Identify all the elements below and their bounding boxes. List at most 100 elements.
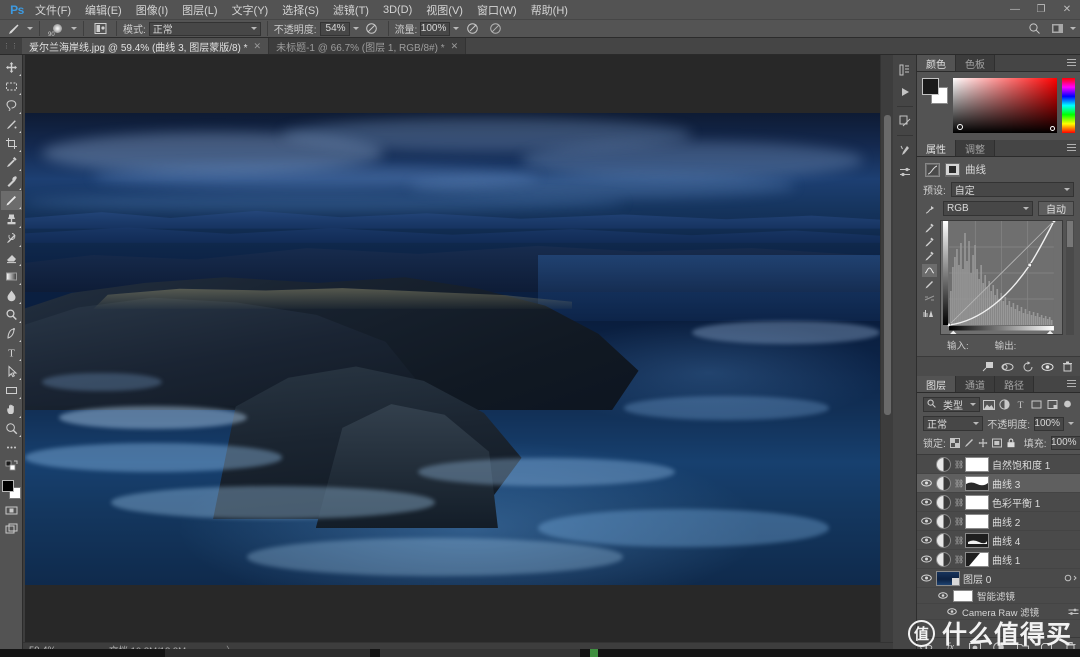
close-icon[interactable]: ✕ (254, 41, 262, 52)
brush-preset-chevron-icon[interactable] (71, 27, 77, 30)
brush-tool[interactable] (0, 191, 22, 210)
blend-mode-select[interactable]: 正常 (148, 21, 261, 36)
mask-link-icon[interactable]: ⛓ (954, 517, 964, 526)
dodge-tool[interactable] (1, 305, 22, 324)
filter-pixel-icon[interactable] (983, 398, 996, 412)
mask-link-icon[interactable]: ⛓ (954, 555, 964, 564)
adjustment-thumbnail[interactable] (936, 456, 951, 472)
menu-layer[interactable]: 图层(L) (175, 0, 224, 20)
menu-3d[interactable]: 3D(D) (376, 2, 419, 18)
layer-visibility-toggle[interactable] (920, 498, 933, 506)
move-tool[interactable] (1, 58, 22, 77)
menu-help[interactable]: 帮助(H) (524, 0, 575, 20)
canvas-image[interactable] (25, 113, 880, 585)
pressure-size-icon[interactable] (485, 20, 505, 37)
history-brush-tool[interactable] (1, 229, 22, 248)
smart-filters-row[interactable]: 智能滤镜 (917, 588, 1080, 604)
smart-filter-mask-thumbnail[interactable] (953, 589, 973, 602)
table-row[interactable]: ⛓ 曲线 1 (917, 550, 1080, 569)
filter-adjustment-icon[interactable] (999, 398, 1012, 412)
curve-pencil-icon[interactable] (922, 278, 937, 291)
path-selection-tool[interactable] (1, 362, 22, 381)
quick-selection-tool[interactable] (1, 115, 22, 134)
lock-artboard-nesting-icon[interactable] (991, 437, 1002, 449)
adjustment-thumbnail[interactable] (936, 551, 951, 567)
screen-mode-icon[interactable] (1, 520, 22, 539)
black-point-eyedropper-icon[interactable] (922, 222, 937, 235)
layer-opacity-chevron-icon[interactable] (1068, 422, 1074, 425)
brush-preset-picker[interactable]: 90 (46, 20, 68, 38)
layer-mask-thumbnail[interactable] (965, 494, 989, 510)
filter-blending-options-icon[interactable] (1066, 605, 1080, 619)
channel-select[interactable]: RGB (943, 201, 1033, 216)
document-window[interactable] (25, 55, 880, 642)
table-row[interactable]: ⛓ 曲线 2 (917, 512, 1080, 531)
toggle-preview-icon[interactable] (1001, 360, 1014, 373)
pressure-opacity-icon[interactable] (362, 20, 382, 37)
clone-source-panel-icon[interactable] (894, 110, 916, 132)
canvas-vertical-scrollbar[interactable] (880, 55, 893, 642)
camera-raw-filter-row[interactable]: Camera Raw 滤镜 (917, 604, 1080, 620)
document-tab-inactive[interactable]: 未标题-1 @ 66.7% (图层 1, RGB/8#) * ✕ (269, 38, 467, 54)
properties-scrollbar-thumb[interactable] (1067, 221, 1073, 247)
brush-settings-panel-icon[interactable] (894, 139, 916, 161)
brush-panel-toggle-icon[interactable] (90, 20, 110, 37)
table-row[interactable]: ⛓ 曲线 3 (917, 474, 1080, 493)
preset-select[interactable]: 自定 (950, 182, 1074, 197)
layer-visibility-toggle[interactable] (920, 574, 933, 582)
tab-adjustments[interactable]: 调整 (956, 140, 995, 156)
gradient-tool[interactable] (1, 267, 22, 286)
brush-tool-icon[interactable] (4, 20, 24, 37)
adjustments-panel-icon[interactable] (894, 161, 916, 183)
flow-chevron-icon[interactable] (453, 27, 460, 30)
canvas-viewport[interactable] (23, 55, 893, 642)
eraser-tool[interactable] (1, 248, 22, 267)
menu-window[interactable]: 窗口(W) (470, 0, 524, 20)
layer-mask-thumbnail[interactable] (965, 532, 989, 548)
layer-list[interactable]: ⛓ 自然饱和度 1 ⛓ 曲线 3 ⛓ 色彩平衡 1 ⛓ 曲线 2 ⛓ 曲线 4 … (917, 454, 1080, 637)
layer-mask-thumbnail[interactable] (965, 551, 989, 567)
tab-swatches[interactable]: 色板 (956, 55, 995, 71)
filter-toggle-icon[interactable] (1061, 398, 1074, 412)
quick-mask-icon[interactable] (1, 501, 22, 520)
history-panel-icon[interactable] (894, 59, 916, 81)
table-row[interactable]: 图层 0 (917, 569, 1080, 588)
hand-tool[interactable] (1, 400, 22, 419)
airbrush-icon[interactable] (462, 20, 482, 37)
layer-mask-thumbnail[interactable] (965, 456, 989, 472)
clip-to-layer-icon[interactable] (981, 360, 994, 373)
restore-button[interactable]: ❐ (1028, 0, 1054, 19)
spot-healing-brush-tool[interactable] (1, 172, 22, 191)
auto-button[interactable]: 自动 (1038, 201, 1074, 216)
lock-transparent-pixels-icon[interactable] (949, 437, 960, 449)
default-colors-icon[interactable] (1, 457, 22, 476)
menu-filter[interactable]: 滤镜(T) (326, 0, 376, 20)
rectangle-tool[interactable] (1, 381, 22, 400)
more-tools-button[interactable] (1, 438, 22, 457)
tab-layers[interactable]: 图层 (917, 376, 956, 392)
layer-visibility-toggle[interactable] (920, 517, 933, 525)
smart-filters-visibility-toggle[interactable] (936, 592, 949, 599)
hue-strip[interactable] (1062, 78, 1075, 133)
menu-file[interactable]: 文件(F) (28, 0, 78, 20)
type-tool[interactable]: T (1, 343, 22, 362)
mask-link-icon[interactable]: ⛓ (954, 536, 964, 545)
adjustment-thumbnail[interactable] (936, 494, 951, 510)
color-panel-swatches[interactable] (922, 78, 948, 104)
layer-visibility-toggle[interactable] (920, 555, 933, 563)
menu-view[interactable]: 视图(V) (419, 0, 470, 20)
layers-panel-menu-icon[interactable] (1067, 380, 1076, 389)
menu-image[interactable]: 图像(I) (129, 0, 175, 20)
scrollbar-thumb[interactable] (884, 115, 891, 415)
layer-visibility-toggle[interactable] (920, 479, 933, 487)
layer-thumbnail[interactable] (936, 570, 960, 586)
marquee-tool[interactable] (1, 77, 22, 96)
camera-raw-visibility-toggle[interactable] (945, 608, 958, 615)
adjustment-thumbnail[interactable] (936, 532, 951, 548)
mask-link-icon[interactable]: ⛓ (954, 498, 964, 507)
close-button[interactable]: ✕ (1054, 0, 1080, 19)
close-icon-2[interactable]: ✕ (451, 41, 459, 52)
color-panel-foreground-swatch[interactable] (922, 78, 939, 95)
filter-shape-icon[interactable] (1030, 398, 1043, 412)
panel-menu-icon[interactable] (1067, 59, 1076, 68)
